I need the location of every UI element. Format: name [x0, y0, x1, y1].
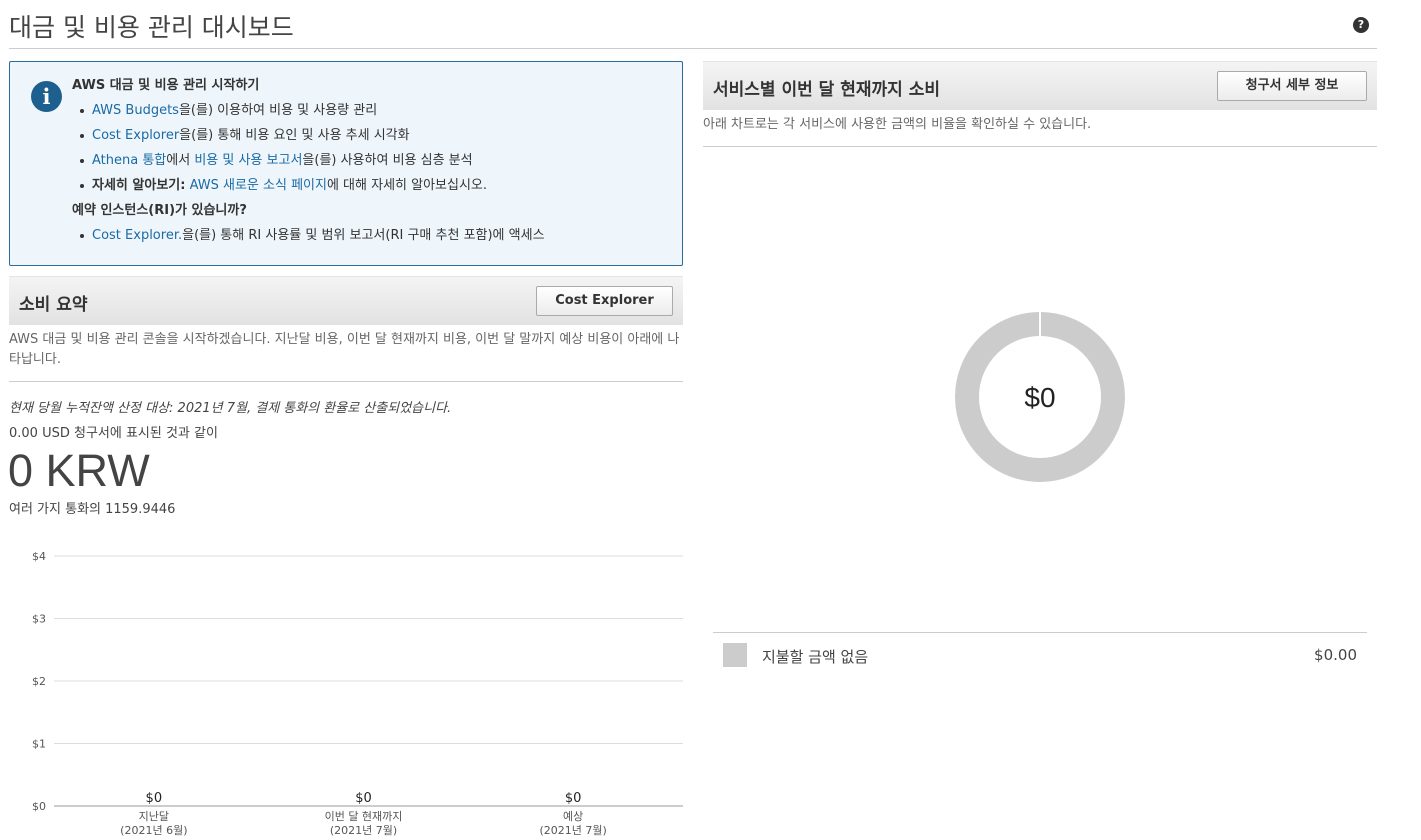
- getting-started-info-box: i AWS 대금 및 비용 관리 시작하기 AWS Budgets을(를) 이용…: [9, 61, 683, 266]
- info-content: AWS 대금 및 비용 관리 시작하기 AWS Budgets을(를) 이용하여…: [72, 76, 672, 251]
- bar-data-label: $0: [565, 791, 582, 806]
- bill-details-button[interactable]: 청구서 세부 정보: [1217, 71, 1367, 101]
- y-tick-label: $0: [32, 800, 46, 813]
- x-tick-label: 이번 달 현재까지: [325, 810, 403, 823]
- spend-bar-chart: $0$1$2$3$4$0지난달(2021년 6월)$0이번 달 현재까지(202…: [32, 550, 683, 837]
- x-tick-label: 예상: [563, 810, 583, 823]
- y-tick-label: $3: [32, 613, 46, 626]
- x-tick-label: (2021년 7월): [330, 824, 397, 837]
- whats-new-link[interactable]: AWS 새로운 소식 페이지: [190, 178, 327, 193]
- aws-budgets-link[interactable]: AWS Budgets: [92, 103, 179, 118]
- x-tick-label: (2021년 7월): [540, 824, 607, 837]
- spend-summary-header: 소비 요약 Cost Explorer: [9, 276, 683, 325]
- bar-data-label: $0: [355, 791, 372, 806]
- info-icon: i: [31, 81, 62, 112]
- cost-usage-report-link[interactable]: 비용 및 사용 보고서: [194, 153, 302, 168]
- question-circle-icon[interactable]: ?: [1353, 17, 1369, 33]
- list-item: AWS Budgets을(를) 이용하여 비용 및 사용량 관리: [80, 101, 672, 126]
- y-tick-label: $4: [32, 550, 46, 563]
- exchange-rate-line: 여러 가지 통화의 1159.9446: [9, 502, 176, 517]
- list-item: 자세히 알아보기: AWS 새로운 소식 페이지에 대해 자세히 알아보십시오.: [80, 176, 672, 201]
- by-service-description: 아래 차트로는 각 서비스에 사용한 금액의 비율을 확인하실 수 있습니다.: [703, 117, 1092, 132]
- ri-list: Cost Explorer.을(를) 통해 RI 사용률 및 범위 보고서(RI…: [72, 226, 672, 251]
- ri-heading: 예약 인스턴스(RI)가 있습니까?: [72, 203, 247, 218]
- list-item-text: 을(를) 통해 RI 사용률 및 범위 보고서(RI 구매 추천 포함)에 액세…: [182, 228, 545, 243]
- spend-usd-line: 0.00 USD 청구서에 표시된 것과 같이: [9, 426, 218, 441]
- spend-summary-title: 소비 요약: [19, 295, 88, 315]
- by-service-title: 서비스별 이번 달 현재까지 소비: [713, 80, 940, 100]
- cost-explorer-link[interactable]: Cost Explorer: [92, 128, 179, 143]
- list-item-text: 을(를) 통해 비용 요인 및 사용 추세 시각화: [179, 128, 410, 143]
- list-item: Athena 통합에서 비용 및 사용 보고서을(를) 사용하여 비용 심층 분…: [80, 151, 672, 176]
- cost-explorer-button[interactable]: Cost Explorer: [536, 286, 673, 316]
- y-tick-label: $1: [32, 738, 46, 751]
- donut-center-label: $0: [1024, 382, 1055, 413]
- y-tick-label: $2: [32, 675, 46, 688]
- bar-data-label: $0: [146, 791, 163, 806]
- legend-label: 지불할 금액 없음: [762, 648, 869, 666]
- spend-summary-description: AWS 대금 및 비용 관리 콘솔을 시작하겠습니다. 지난달 비용, 이번 달…: [9, 332, 680, 367]
- list-item: Cost Explorer.을(를) 통해 RI 사용률 및 범위 보고서(RI…: [80, 226, 672, 251]
- athena-integration-link[interactable]: Athena 통합: [92, 153, 166, 168]
- list-item: Cost Explorer을(를) 통해 비용 요인 및 사용 추세 시각화: [80, 126, 672, 151]
- ri-cost-explorer-link[interactable]: Cost Explorer.: [92, 228, 182, 243]
- info-list: AWS Budgets을(를) 이용하여 비용 및 사용량 관리 Cost Ex…: [72, 101, 672, 201]
- info-heading: AWS 대금 및 비용 관리 시작하기: [72, 78, 260, 93]
- spend-note: 현재 당월 누적잔액 산정 대상: 2021년 7월, 결제 통화의 환율로 산…: [9, 401, 452, 416]
- divider: [703, 146, 1377, 147]
- service-donut-chart: $0: [955, 311, 1125, 482]
- page-header: 대금 및 비용 관리 대시보드 ?: [9, 0, 1377, 49]
- list-item-text: 에 대해 자세히 알아보십시오.: [326, 178, 488, 193]
- list-item-text: 을(를) 사용하여 비용 심층 분석: [302, 153, 473, 168]
- legend-value: $0.00: [1314, 646, 1357, 664]
- x-tick-label: 지난달: [139, 810, 169, 823]
- legend-swatch: [723, 643, 747, 667]
- x-tick-label: (2021년 6월): [120, 824, 187, 837]
- service-legend: 지불할 금액 없음 $0.00: [713, 632, 1367, 676]
- list-item-text: 에서: [166, 153, 195, 168]
- spend-total: 0 KRW: [8, 445, 150, 496]
- list-item-text: 을(를) 이용하여 비용 및 사용량 관리: [178, 103, 378, 118]
- learn-more-label: 자세히 알아보기:: [92, 178, 186, 193]
- by-service-header: 서비스별 이번 달 현재까지 소비 청구서 세부 정보: [703, 61, 1377, 110]
- page-title: 대금 및 비용 관리 대시보드: [9, 13, 294, 42]
- divider: [9, 381, 683, 382]
